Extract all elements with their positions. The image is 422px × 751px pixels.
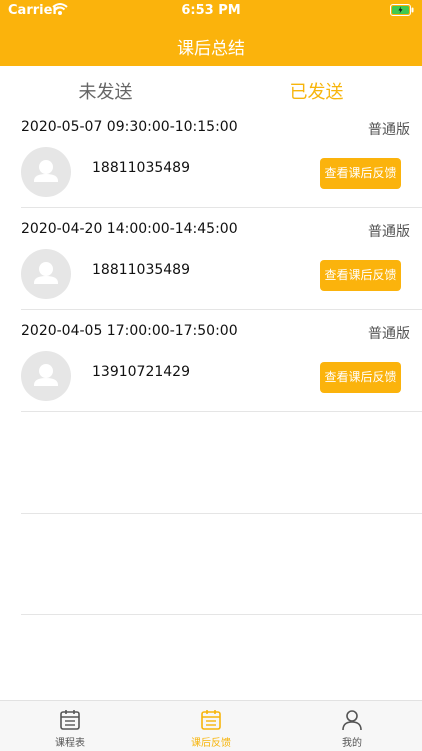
record-phone: 18811035489: [92, 262, 190, 278]
record-version: 普通版: [368, 122, 410, 138]
divider: [21, 513, 422, 514]
avatar: [21, 147, 71, 197]
page-title: 课后总结: [177, 39, 245, 59]
bottom-tab-bar: 课程表 课后反馈 我的: [0, 700, 422, 751]
record-version: 普通版: [368, 326, 410, 342]
list-item: 2020-04-20 14:00:00-14:45:00 普通版 1881103…: [0, 218, 422, 320]
record-phone: 18811035489: [92, 160, 190, 176]
person-placeholder-icon: [34, 262, 58, 284]
record-datetime: 2020-04-20 14:00:00-14:45:00: [21, 221, 238, 237]
feedback-list-icon: [199, 708, 223, 732]
tabbar-label: 课程表: [55, 738, 85, 749]
tabbar-item-schedule[interactable]: 课程表: [0, 701, 140, 751]
person-placeholder-icon: [34, 364, 58, 386]
tab-sent[interactable]: 已发送: [211, 78, 422, 104]
avatar: [21, 351, 71, 401]
record-phone: 13910721429: [92, 364, 190, 380]
divider: [21, 411, 422, 412]
tabbar-label: 课后反馈: [191, 738, 231, 749]
divider: [21, 309, 422, 310]
tabbar-item-me[interactable]: 我的: [282, 701, 422, 751]
status-time: 6:53 PM: [181, 3, 241, 18]
view-feedback-button[interactable]: 查看课后反馈: [320, 158, 401, 189]
segment-tabs: 未发送 已发送: [0, 66, 422, 116]
view-feedback-button[interactable]: 查看课后反馈: [320, 362, 401, 393]
divider: [21, 207, 422, 208]
tab-unsent[interactable]: 未发送: [0, 78, 211, 104]
record-datetime: 2020-04-05 17:00:00-17:50:00: [21, 323, 238, 339]
person-placeholder-icon: [34, 160, 58, 182]
record-version: 普通版: [368, 224, 410, 240]
list-item: 2020-05-07 09:30:00-10:15:00 普通版 1881103…: [0, 116, 422, 218]
list-item: 2020-04-05 17:00:00-17:50:00 普通版 1391072…: [0, 320, 422, 422]
view-feedback-button[interactable]: 查看课后反馈: [320, 260, 401, 291]
status-bar: Carrier 6:53 PM: [0, 0, 422, 22]
record-datetime: 2020-05-07 09:30:00-10:15:00: [21, 119, 238, 135]
tabbar-item-feedback[interactable]: 课后反馈: [141, 701, 281, 751]
divider: [21, 614, 422, 615]
battery-icon: [390, 4, 414, 20]
calendar-icon: [58, 708, 82, 732]
tabbar-label: 我的: [342, 738, 362, 749]
avatar: [21, 249, 71, 299]
top-navigation-bar: Carrier 6:53 PM 课后总结: [0, 0, 422, 66]
person-icon: [340, 708, 364, 732]
